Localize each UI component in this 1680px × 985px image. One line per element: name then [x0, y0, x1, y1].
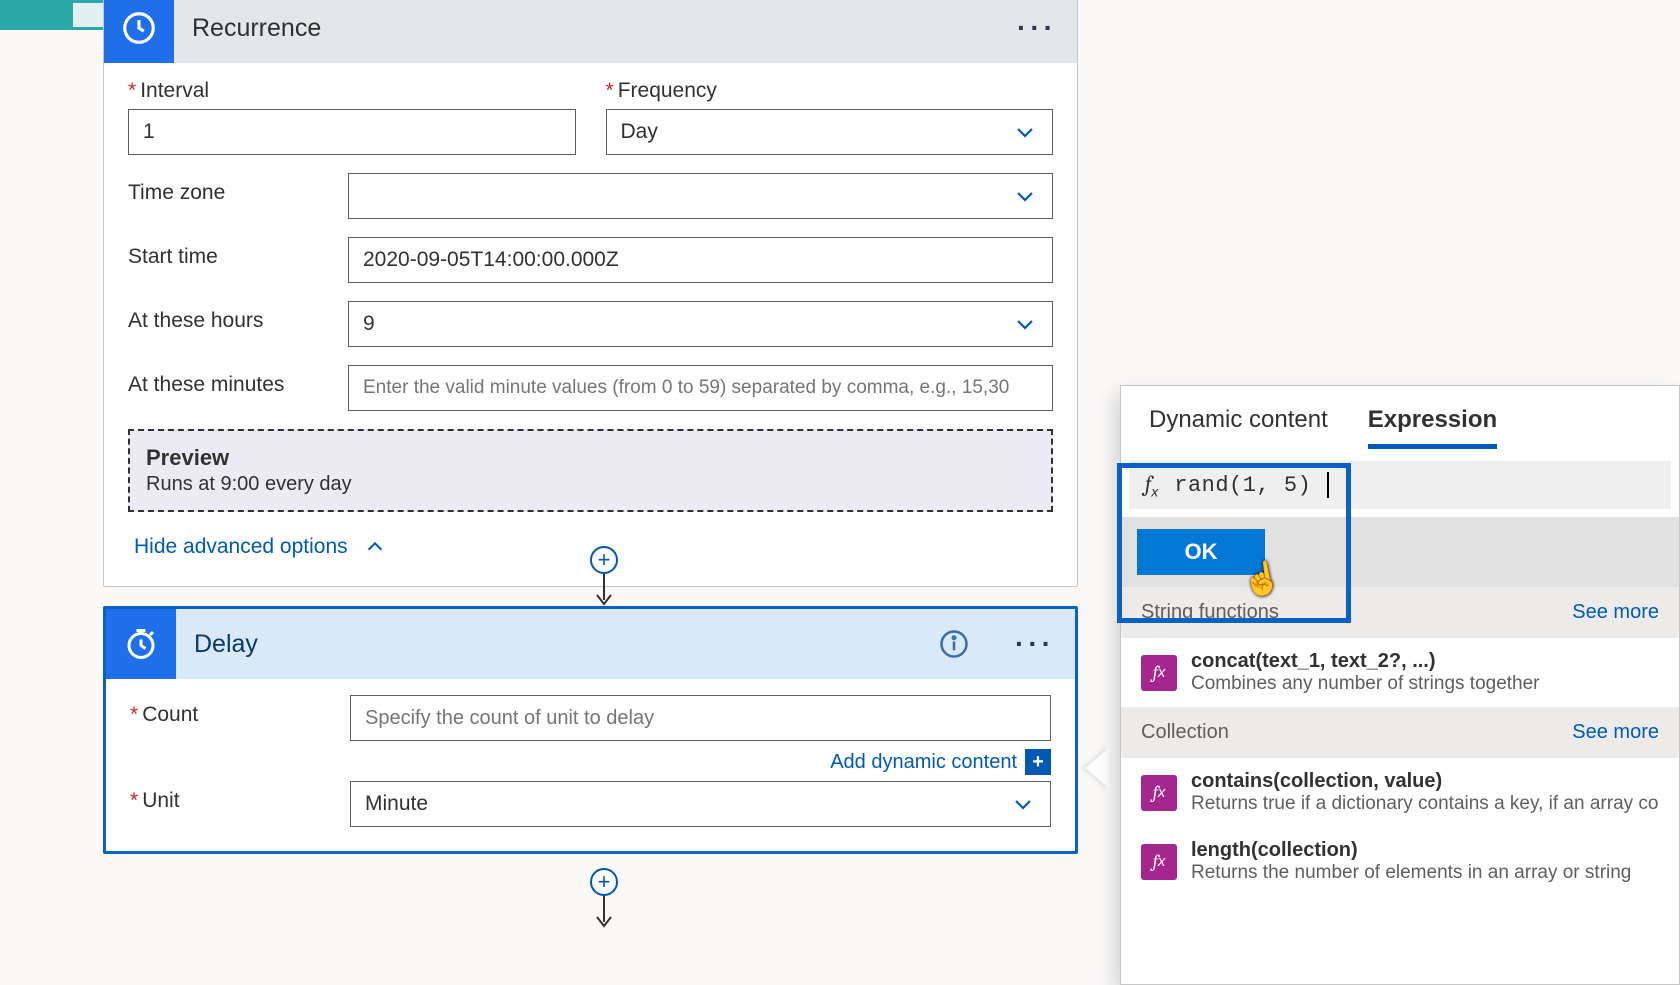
fx-badge-icon: fx	[1141, 775, 1177, 811]
count-input[interactable]	[350, 695, 1051, 741]
flow-connector: +	[590, 868, 618, 936]
flow-connector: +	[590, 546, 618, 614]
starttime-input[interactable]	[348, 237, 1053, 283]
panel-tabs: Dynamic content Expression	[1121, 386, 1679, 453]
function-contains[interactable]: fx contains(collection, value) Returns t…	[1121, 758, 1679, 827]
add-dynamic-content-link[interactable]: Add dynamic content	[830, 751, 1017, 774]
more-icon[interactable]: ···	[1015, 628, 1055, 660]
minutes-label: At these minutes	[128, 365, 328, 397]
chevron-down-icon	[1010, 791, 1036, 817]
interval-label: *Interval	[128, 79, 576, 103]
delay-header: Delay ···	[106, 609, 1075, 679]
fx-badge-icon: fx	[1141, 844, 1177, 880]
delay-card: Delay ··· *Count Add dynamic content + *…	[103, 606, 1078, 854]
arrow-down-icon	[594, 896, 614, 936]
hide-advanced-label: Hide advanced options	[134, 535, 348, 559]
length-signature: length(collection)	[1191, 839, 1659, 862]
see-more-link[interactable]: See more	[1572, 721, 1659, 744]
hours-dropdown[interactable]: 9	[348, 301, 1053, 347]
callout-arrow-icon	[1085, 748, 1109, 788]
preview-title: Preview	[146, 445, 1035, 471]
ok-button[interactable]: OK	[1137, 529, 1265, 575]
delay-title: Delay	[194, 630, 921, 659]
preview-box: Preview Runs at 9:00 every day	[128, 429, 1053, 512]
function-length[interactable]: fx length(collection) Returns the number…	[1121, 827, 1679, 896]
frequency-dropdown[interactable]: Day	[606, 109, 1054, 155]
count-label: *Count	[130, 695, 330, 727]
contains-signature: contains(collection, value)	[1191, 770, 1659, 793]
hours-label: At these hours	[128, 301, 328, 333]
interval-input[interactable]	[128, 109, 576, 155]
more-icon[interactable]: ···	[1017, 12, 1057, 44]
tab-dynamic-content[interactable]: Dynamic content	[1149, 406, 1328, 449]
timezone-label: Time zone	[128, 173, 328, 205]
function-concat[interactable]: fx concat(text_1, text_2?, ...) Combines…	[1121, 638, 1679, 707]
contains-description: Returns true if a dictionary contains a …	[1191, 793, 1659, 815]
string-functions-header: String functions See more	[1121, 587, 1679, 638]
tab-expression[interactable]: Expression	[1368, 406, 1497, 449]
chevron-up-icon	[362, 534, 388, 560]
collection-header: Collection See more	[1121, 707, 1679, 758]
add-step-button[interactable]: +	[590, 546, 618, 574]
unit-value: Minute	[365, 792, 428, 816]
info-icon[interactable]	[939, 629, 969, 659]
starttime-label: Start time	[128, 237, 328, 269]
string-functions-label: String functions	[1141, 601, 1279, 624]
unit-label: *Unit	[130, 781, 330, 813]
next-step-icon	[3, 3, 73, 27]
chevron-down-icon	[1012, 183, 1038, 209]
ok-row: OK	[1121, 517, 1679, 587]
frequency-label: *Frequency	[606, 79, 1054, 103]
delay-icon	[106, 609, 176, 679]
add-step-button[interactable]: +	[590, 868, 618, 896]
recurrence-title: Recurrence	[192, 14, 999, 43]
length-description: Returns the number of elements in an arr…	[1191, 862, 1659, 884]
formula-bar: fx rand(1, 5)	[1129, 461, 1671, 509]
see-more-link[interactable]: See more	[1572, 601, 1659, 624]
fx-icon: fx	[1145, 471, 1158, 499]
minutes-input[interactable]	[348, 365, 1053, 411]
chevron-down-icon	[1012, 119, 1038, 145]
timezone-dropdown[interactable]	[348, 173, 1053, 219]
collection-label: Collection	[1141, 721, 1229, 744]
recurrence-icon	[104, 0, 174, 63]
fx-badge-icon: fx	[1141, 655, 1177, 691]
recurrence-card: Recurrence ··· *Interval *Frequency Day …	[103, 0, 1078, 587]
chevron-down-icon	[1012, 311, 1038, 337]
hours-value: 9	[363, 312, 375, 336]
expression-panel: Dynamic content Expression fx rand(1, 5)…	[1120, 385, 1680, 985]
concat-signature: concat(text_1, text_2?, ...)	[1191, 650, 1659, 673]
plus-icon[interactable]: +	[1025, 749, 1051, 775]
formula-input[interactable]: rand(1, 5)	[1174, 473, 1311, 498]
concat-description: Combines any number of strings together	[1191, 673, 1659, 695]
unit-dropdown[interactable]: Minute	[350, 781, 1051, 827]
text-caret	[1327, 472, 1329, 498]
preview-text: Runs at 9:00 every day	[146, 473, 1035, 496]
frequency-value: Day	[621, 120, 658, 144]
recurrence-header: Recurrence ···	[104, 0, 1077, 63]
